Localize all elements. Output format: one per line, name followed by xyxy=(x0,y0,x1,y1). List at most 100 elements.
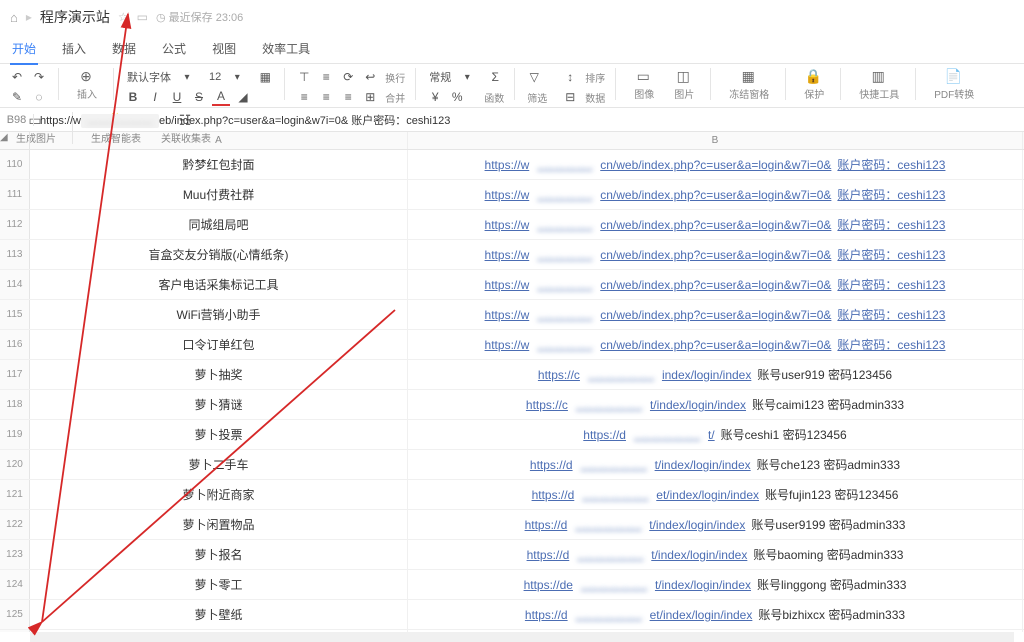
cell-b[interactable]: https://w……………cn/web/index.php?c=user&a=… xyxy=(408,330,1023,359)
row-number[interactable]: 111 xyxy=(0,180,30,209)
cell-a[interactable]: 口令订单红包 xyxy=(30,330,408,359)
wrap-icon[interactable]: ↩ xyxy=(361,68,379,86)
folder-icon[interactable]: ▭ xyxy=(137,10,148,24)
cell-a[interactable]: 同城组局吧 xyxy=(30,210,408,239)
row-number[interactable]: 123 xyxy=(0,540,30,569)
row-number[interactable]: 116 xyxy=(0,330,30,359)
brush-icon[interactable]: ✎ xyxy=(8,88,26,106)
image-icon[interactable]: ▭ xyxy=(637,68,650,85)
cell-a[interactable]: WiFi营销小助手 xyxy=(30,300,408,329)
row-number[interactable]: 117 xyxy=(0,360,30,389)
pdf-icon[interactable]: 📄 xyxy=(945,68,962,85)
cell-a[interactable]: 萝卜投票 xyxy=(30,420,408,449)
chart-icon[interactable]: ◫ xyxy=(677,68,690,85)
valign-mid-icon[interactable]: ≡ xyxy=(317,68,335,86)
font-size-select[interactable]: 12 xyxy=(206,70,224,84)
cell-a[interactable]: Muu付费社群 xyxy=(30,180,408,209)
cell-a[interactable]: 盲盒交友分销版(心情纸条) xyxy=(30,240,408,269)
chevron-down-icon[interactable]: ▾ xyxy=(228,68,246,86)
row-number[interactable]: 118 xyxy=(0,390,30,419)
cell-a[interactable]: 萝卜猜谜 xyxy=(30,390,408,419)
cell-b[interactable]: https://d………………t/账号ceshi1 密码123456 xyxy=(408,420,1023,449)
cell-b[interactable]: https://d………………et/index/login/index账号fuj… xyxy=(408,480,1023,509)
row-number[interactable]: 120 xyxy=(0,450,30,479)
cell-b[interactable]: https://w……………cn/web/index.php?c=user&a=… xyxy=(408,300,1023,329)
redo-icon[interactable]: ↷ xyxy=(30,68,48,86)
border-icon[interactable]: ▦ xyxy=(256,68,274,86)
row-number[interactable]: 121 xyxy=(0,480,30,509)
cell-a[interactable]: 萝卜闲置物品 xyxy=(30,510,408,539)
bold-icon[interactable]: B xyxy=(124,88,142,106)
currency-icon[interactable]: ¥ xyxy=(426,88,444,106)
font-color-icon[interactable]: A xyxy=(212,88,230,106)
row-height-icon[interactable]: ⊟ xyxy=(561,88,579,106)
row-number[interactable]: 124 xyxy=(0,570,30,599)
row-number[interactable]: 113 xyxy=(0,240,30,269)
undo-icon[interactable]: ↶ xyxy=(8,68,26,86)
cell-a[interactable]: 萝卜附近商家 xyxy=(30,480,408,509)
cell-b[interactable]: https://w……………cn/web/index.php?c=user&a=… xyxy=(408,240,1023,269)
clear-icon[interactable]: ◌ xyxy=(30,88,48,106)
tab-insert[interactable]: 插入 xyxy=(60,40,88,57)
cell-a[interactable]: 黔梦红包封面 xyxy=(30,150,408,179)
tab-start[interactable]: 开始 xyxy=(10,40,38,65)
cell-a[interactable]: 萝卜二手车 xyxy=(30,450,408,479)
number-format-select[interactable]: 常规 xyxy=(426,68,454,86)
font-family-select[interactable]: 默认字体 xyxy=(124,68,174,86)
sort-icon[interactable]: ↕ xyxy=(561,68,579,86)
row-number[interactable]: 115 xyxy=(0,300,30,329)
cell-b[interactable]: https://c………………index/login/index账号user91… xyxy=(408,360,1023,389)
cell-b[interactable]: https://d………………et/index/login/index账号biz… xyxy=(408,600,1023,629)
row-number[interactable]: 119 xyxy=(0,420,30,449)
cell-b[interactable]: https://c………………t/index/login/index账号caim… xyxy=(408,390,1023,419)
valign-top-icon[interactable]: ⊤ xyxy=(295,68,313,86)
row-number[interactable]: 126 xyxy=(0,630,30,632)
underline-icon[interactable]: U xyxy=(168,88,186,106)
cell-reference[interactable]: B98 xyxy=(0,114,34,126)
quick-tools-icon[interactable]: ▥ xyxy=(872,68,885,85)
fill-color-icon[interactable]: ◢ xyxy=(234,88,252,106)
cell-b[interactable]: https://d………………t/index/login/index账号user… xyxy=(408,510,1023,539)
cell-b[interactable]: https://w……………cn/web/index.php?c=user&a=… xyxy=(408,150,1023,179)
cell-b[interactable]: https://de………………t/index/login/index账号lin… xyxy=(408,570,1023,599)
doc-title[interactable]: 程序演示站 xyxy=(40,7,110,27)
horizontal-scrollbar[interactable] xyxy=(30,632,1014,642)
row-number[interactable]: 125 xyxy=(0,600,30,629)
cell-b[interactable]: https://d………………t/index/login/index账号baom… xyxy=(408,540,1023,569)
row-number[interactable]: 110 xyxy=(0,150,30,179)
freeze-icon[interactable]: ▦ xyxy=(742,68,755,85)
column-header-a[interactable]: A xyxy=(30,132,408,149)
percent-icon[interactable]: % xyxy=(448,88,466,106)
filter-icon[interactable]: ▽ xyxy=(525,68,543,86)
tab-data[interactable]: 数据 xyxy=(110,40,138,57)
chevron-down-icon[interactable]: ▾ xyxy=(178,68,196,86)
align-left-icon[interactable]: ≡ xyxy=(295,88,313,106)
align-center-icon[interactable]: ≡ xyxy=(317,88,335,106)
cell-a[interactable]: 萝卜零工 xyxy=(30,570,408,599)
protect-icon[interactable]: 🔒 xyxy=(805,68,822,85)
italic-icon[interactable]: I xyxy=(146,88,164,106)
tab-view[interactable]: 视图 xyxy=(210,40,238,57)
cell-b[interactable]: https://w……………cn/web/index.php?c=user&a=… xyxy=(408,270,1023,299)
row-number[interactable]: 114 xyxy=(0,270,30,299)
cell-a[interactable]: 萝卜抽奖 xyxy=(30,360,408,389)
strike-icon[interactable]: S xyxy=(190,88,208,106)
cell-a[interactable]: 萝卜报名 xyxy=(30,540,408,569)
formula-input[interactable]: https://w………………eb/index.php?c=user&a=log… xyxy=(34,112,1024,128)
row-number[interactable]: 122 xyxy=(0,510,30,539)
cell-b[interactable]: https://d………………t/index/login/index账号che1… xyxy=(408,450,1023,479)
insert-icon[interactable]: ⊕ xyxy=(80,68,92,85)
align-right-icon[interactable]: ≡ xyxy=(339,88,357,106)
column-header-b[interactable]: B xyxy=(408,132,1023,149)
cell-b[interactable]: https://w……………cn/web/index.php?c=user&a=… xyxy=(408,210,1023,239)
cell-a[interactable]: 客户电话采集标记工具 xyxy=(30,270,408,299)
merge-icon[interactable]: ⊞ xyxy=(361,88,379,106)
rotate-icon[interactable]: ⟳ xyxy=(339,68,357,86)
home-icon[interactable]: ⌂ xyxy=(10,10,18,25)
sum-icon[interactable]: Σ xyxy=(486,68,504,86)
chevron-down-icon[interactable]: ▾ xyxy=(458,68,476,86)
cell-a[interactable]: 萝卜壁纸 xyxy=(30,600,408,629)
tab-tools[interactable]: 效率工具 xyxy=(260,40,312,57)
cell-b[interactable]: https://w……………cn/web/index.php?c=user&a=… xyxy=(408,180,1023,209)
star-icon[interactable]: ☆ xyxy=(118,10,129,24)
